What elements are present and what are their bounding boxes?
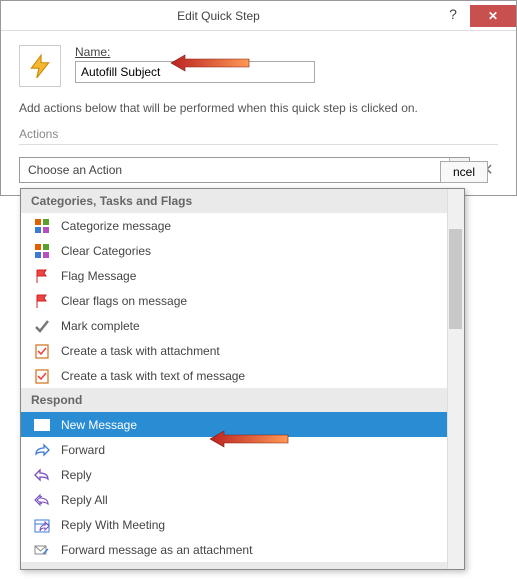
quickstep-icon[interactable] (19, 45, 61, 87)
check-icon (33, 317, 51, 335)
flag-icon (33, 267, 51, 285)
dropdown-item[interactable]: Create a task with attachment (21, 338, 464, 363)
dropdown-item[interactable]: Forward message as an attachment (21, 537, 464, 562)
dropdown-item[interactable]: Reply (21, 462, 464, 487)
scrollbar[interactable] (447, 189, 464, 569)
forwardatt-icon (33, 541, 51, 559)
dropdown-item-label: Reply (61, 468, 92, 482)
dropdown-item-label: Reply With Meeting (61, 518, 165, 532)
description-text: Add actions below that will be performed… (19, 101, 498, 115)
close-button[interactable]: ✕ (470, 5, 516, 27)
dropdown-item-label: Forward (61, 443, 105, 457)
dropdown-item[interactable]: Reply All (21, 487, 464, 512)
task-icon (33, 342, 51, 360)
reply-icon (33, 466, 51, 484)
dropdown-item[interactable]: Mark complete (21, 313, 464, 338)
dropdown-item[interactable]: Reply With Meeting (21, 512, 464, 537)
mail-icon (33, 416, 51, 434)
dropdown-group-header: Appointment (21, 562, 464, 569)
flag-icon (33, 292, 51, 310)
dropdown-item[interactable]: Clear flags on message (21, 288, 464, 313)
dropdown-item-label: Forward message as an attachment (61, 543, 252, 557)
dropdown-group-header: Categories, Tasks and Flags (21, 189, 464, 213)
task-icon (33, 367, 51, 385)
dropdown-item-label: Categorize message (61, 219, 171, 233)
dropdown-item[interactable]: Flag Message (21, 263, 464, 288)
dropdown-item-label: Flag Message (61, 269, 136, 283)
dropdown-item-label: Clear Categories (61, 244, 151, 258)
dropdown-group-header: Respond (21, 388, 464, 412)
window-title: Edit Quick Step (1, 9, 436, 23)
dropdown-item[interactable]: Create a task with text of message (21, 363, 464, 388)
cancel-button[interactable]: ncel (440, 161, 488, 183)
action-combobox-text: Choose an Action (28, 163, 122, 177)
dropdown-item[interactable]: Categorize message (21, 213, 464, 238)
dropdown-item-label: Reply All (61, 493, 108, 507)
dropdown-item-label: New Message (61, 418, 137, 432)
meeting-icon (33, 516, 51, 534)
dropdown-item[interactable]: New Message (21, 412, 464, 437)
forward-icon (33, 441, 51, 459)
titlebar: Edit Quick Step ? ✕ (1, 1, 516, 31)
action-dropdown: Categories, Tasks and Flags Categorize me… (20, 188, 465, 570)
name-input[interactable] (75, 61, 315, 83)
dropdown-item[interactable]: Clear Categories (21, 238, 464, 263)
actions-label: Actions (19, 127, 498, 141)
categories-icon (33, 242, 51, 260)
help-button[interactable]: ? (436, 2, 470, 26)
dropdown-item-label: Create a task with text of message (61, 369, 245, 383)
dropdown-item-label: Clear flags on message (61, 294, 187, 308)
dropdown-item[interactable]: Forward (21, 437, 464, 462)
action-combobox[interactable]: Choose an Action (19, 157, 470, 183)
categories-icon (33, 217, 51, 235)
name-label: Name: (75, 45, 498, 59)
dropdown-item-label: Create a task with attachment (61, 344, 220, 358)
dropdown-item-label: Mark complete (61, 319, 140, 333)
replyall-icon (33, 491, 51, 509)
